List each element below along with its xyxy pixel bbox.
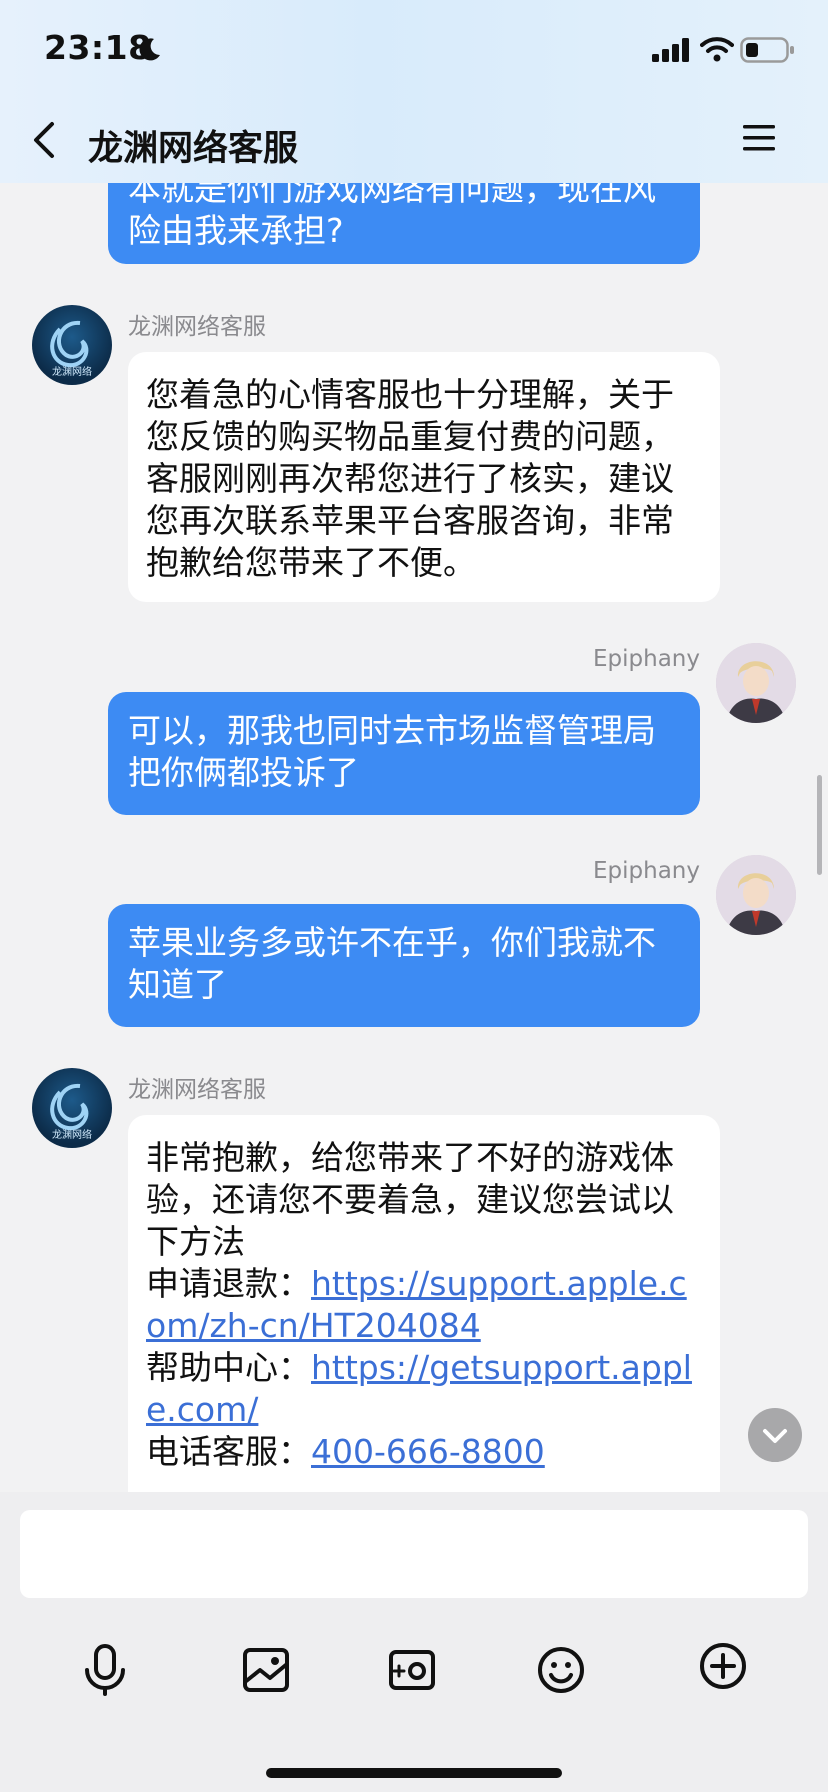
refund-label: 申请退款：: [146, 1264, 311, 1303]
user-portrait-icon: [716, 855, 796, 935]
user-avatar[interactable]: [716, 643, 796, 723]
user-portrait-icon: [716, 643, 796, 723]
phone-link[interactable]: 400-666-8800: [311, 1432, 545, 1471]
menu-button[interactable]: [742, 122, 776, 154]
logo-icon: 龙渊网络: [50, 1083, 92, 1141]
nav-bar: 龙渊网络客服: [0, 100, 828, 183]
agent-avatar[interactable]: 龙渊网络: [32, 305, 112, 385]
sender-name: 龙渊网络客服: [128, 1077, 266, 1103]
wifi-icon: [700, 37, 734, 62]
plus-icon[interactable]: [697, 1642, 749, 1694]
message-input[interactable]: [20, 1510, 808, 1598]
home-indicator[interactable]: [266, 1768, 562, 1778]
outgoing-message[interactable]: 苹果业务多或许不在乎，你们我就不知道了: [108, 904, 700, 1027]
agent-avatar[interactable]: 龙渊网络: [32, 1068, 112, 1148]
scroll-to-bottom-button[interactable]: [748, 1408, 802, 1466]
outgoing-message[interactable]: 可以，那我也同时去市场监督管理局把你俩都投诉了: [108, 692, 700, 815]
phone-label: 电话客服：: [146, 1432, 311, 1471]
moon-icon: [139, 38, 160, 61]
user-avatar[interactable]: [716, 855, 796, 935]
message-text: 您着急的心情客服也十分理解，关于您反馈的购买物品重复付费的问题，客服刚刚再次帮您…: [146, 375, 674, 582]
composer: [0, 1492, 828, 1792]
camera-icon[interactable]: [388, 1642, 438, 1694]
logo-icon: 龙渊网络: [50, 320, 92, 378]
back-button[interactable]: [26, 118, 62, 162]
page-title: 龙渊网络客服: [88, 129, 299, 169]
scrollbar[interactable]: [817, 775, 822, 875]
image-icon[interactable]: [242, 1642, 292, 1694]
incoming-message[interactable]: 非常抱歉，给您带来了不好的游戏体验，还请您不要着急，建议您尝试以下方法 申请退款…: [128, 1115, 720, 1492]
message-text: 可以，那我也同时去市场监督管理局把你俩都投诉了: [128, 711, 656, 792]
sender-name: 龙渊网络客服: [128, 314, 266, 340]
chat-area[interactable]: 本就是你们游戏网络有问题，现在风险由我来承担? 龙渊网络 龙渊网络客服 您着急的…: [0, 0, 828, 1492]
message-text: 非常抱歉，给您带来了不好的游戏体验，还请您不要着急，建议您尝试以下方法: [146, 1138, 674, 1261]
header: 23:18 龙渊网络客服: [0, 0, 828, 183]
emoji-icon[interactable]: [535, 1642, 587, 1694]
message-text: 苹果业务多或许不在乎，你们我就不知道了: [128, 923, 656, 1004]
sender-name: Epiphany: [593, 646, 700, 672]
svg-text:龙渊网络: 龙渊网络: [52, 1128, 92, 1141]
help-label: 帮助中心：: [146, 1348, 311, 1387]
status-bar: 23:18: [0, 0, 828, 100]
battery-icon: [740, 37, 794, 63]
microphone-icon[interactable]: [80, 1642, 130, 1698]
svg-text:龙渊网络: 龙渊网络: [52, 365, 92, 378]
incoming-message[interactable]: 您着急的心情客服也十分理解，关于您反馈的购买物品重复付费的问题，客服刚刚再次帮您…: [128, 352, 720, 602]
chevron-down-icon: [763, 1429, 787, 1466]
sender-name: Epiphany: [593, 858, 700, 884]
cellular-signal-icon: [652, 38, 689, 62]
